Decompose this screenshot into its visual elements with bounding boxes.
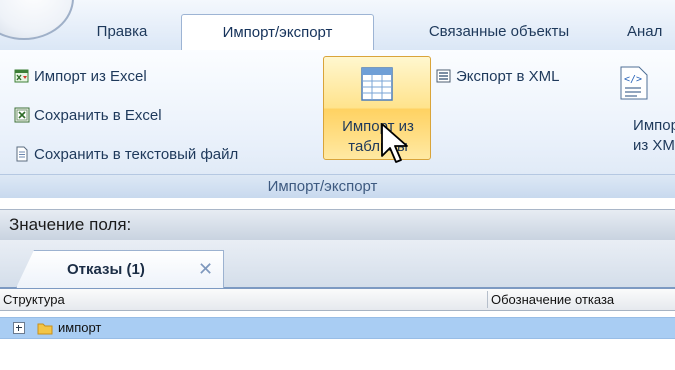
tab-analysis[interactable]: Анал (627, 14, 675, 50)
xml-file-icon: </> (620, 66, 648, 100)
column-separator[interactable] (487, 291, 488, 308)
import-from-table-label: Импорт из таблицы (342, 118, 414, 155)
import-from-xml-label: Импор из XMI (632, 117, 675, 154)
import-from-table-button[interactable]: Импорт из таблицы (323, 56, 431, 160)
tree-node-label: импорт (58, 320, 102, 335)
import-from-xml-button[interactable]: </> Импор из XMI (597, 56, 675, 160)
text-file-icon (16, 146, 28, 162)
application-menu-button[interactable] (0, 0, 74, 40)
save-text-file-button[interactable]: Сохранить в текстовый файл (14, 144, 238, 166)
save-excel-label: Сохранить в Excel (34, 107, 162, 124)
grid-empty-area (0, 339, 675, 370)
ribbon-group-caption: Импорт/экспорт (0, 174, 675, 198)
expand-icon[interactable] (13, 322, 25, 334)
save-excel-button[interactable]: Сохранить в Excel (14, 105, 162, 127)
column-header-structure[interactable]: Структура (3, 289, 65, 310)
mouse-pointer-icon (381, 123, 408, 163)
table-icon (361, 67, 393, 101)
tab-edit[interactable]: Правка (72, 14, 172, 50)
document-tab-strip: Отказы (1) ✕ (0, 240, 675, 289)
export-xml-button[interactable]: Экспорт в XML (436, 66, 560, 88)
ribbon-panel: Импорт из Excel Сохранить в Excel Сохран… (0, 50, 675, 198)
import-excel-button[interactable]: Импорт из Excel (14, 66, 147, 88)
column-header-failure-designation[interactable]: Обозначение отказа (491, 289, 614, 310)
field-value-bar: Значение поля: (0, 209, 675, 241)
close-icon[interactable]: ✕ (198, 251, 213, 288)
export-xml-label: Экспорт в XML (456, 68, 560, 85)
table-row[interactable]: импорт (0, 317, 675, 339)
folder-icon (37, 323, 53, 335)
save-text-file-label: Сохранить в текстовый файл (34, 146, 239, 163)
ribbon-tab-strip: Правка Импорт/экспорт Связанные объекты … (0, 0, 675, 51)
grid-header: Структура Обозначение отказа (0, 289, 675, 311)
xml-export-icon (436, 69, 451, 83)
tab-failures-title: Отказы (1) (67, 261, 145, 278)
tab-import-export[interactable]: Импорт/экспорт (181, 14, 374, 51)
svg-text:</>: </> (624, 74, 642, 85)
tab-related-objects[interactable]: Связанные объекты (383, 14, 615, 50)
excel-save-icon (14, 107, 30, 123)
field-value-label: Значение поля: (9, 215, 132, 234)
import-excel-label: Импорт из Excel (34, 68, 147, 85)
excel-import-icon (14, 69, 29, 83)
tab-failures[interactable]: Отказы (1) ✕ (16, 250, 224, 288)
